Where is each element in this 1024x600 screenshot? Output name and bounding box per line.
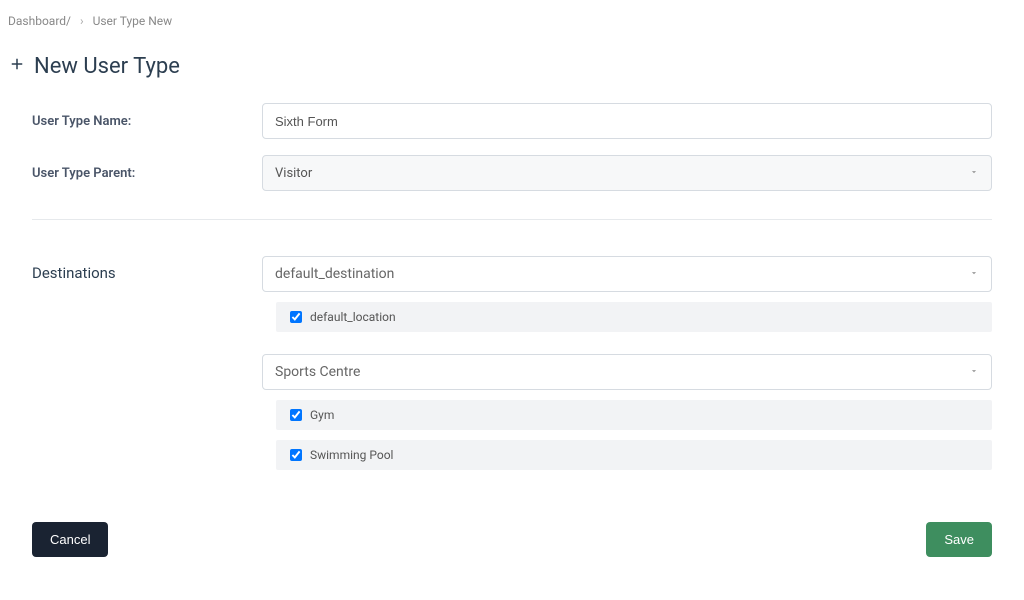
destination-group: default_destination default_location	[262, 256, 992, 332]
location-item: Gym	[276, 400, 992, 430]
user-type-parent-select[interactable]: Visitor	[262, 155, 992, 191]
location-item: default_location	[276, 302, 992, 332]
plus-icon	[8, 54, 26, 79]
cancel-button[interactable]: Cancel	[32, 522, 108, 557]
breadcrumb-current: User Type New	[93, 14, 173, 28]
destination-select-value: Sports Centre	[275, 364, 360, 380]
chevron-down-icon	[969, 166, 979, 181]
breadcrumb: Dashboard/ › User Type New	[0, 0, 1024, 36]
breadcrumb-separator: ›	[80, 14, 84, 28]
location-item: Swimming Pool	[276, 440, 992, 470]
location-checkbox[interactable]	[290, 409, 302, 421]
page-title: New User Type	[0, 36, 1024, 103]
user-type-parent-label: User Type Parent:	[32, 166, 262, 181]
location-label: Gym	[310, 408, 334, 422]
location-label: Swimming Pool	[310, 448, 393, 462]
destination-group: Sports Centre Gym Swimming Pool	[262, 354, 992, 470]
breadcrumb-root[interactable]: Dashboard/	[8, 14, 71, 28]
location-label: default_location	[310, 310, 396, 324]
user-type-name-label: User Type Name:	[32, 114, 262, 129]
user-type-name-input[interactable]	[262, 103, 992, 139]
footer-actions: Cancel Save	[0, 522, 1024, 557]
destination-select[interactable]: default_destination	[262, 256, 992, 292]
location-checkbox[interactable]	[290, 311, 302, 323]
destinations-content: default_destination default_location Spo…	[262, 256, 992, 492]
destinations-label: Destinations	[32, 256, 262, 282]
destination-select[interactable]: Sports Centre	[262, 354, 992, 390]
destination-select-value: default_destination	[275, 266, 394, 282]
divider	[32, 219, 992, 220]
save-button[interactable]: Save	[926, 522, 992, 557]
chevron-down-icon	[969, 266, 979, 282]
location-checkbox[interactable]	[290, 449, 302, 461]
user-type-parent-value: Visitor	[275, 166, 312, 181]
chevron-down-icon	[969, 364, 979, 380]
page-title-text: New User Type	[34, 54, 180, 79]
